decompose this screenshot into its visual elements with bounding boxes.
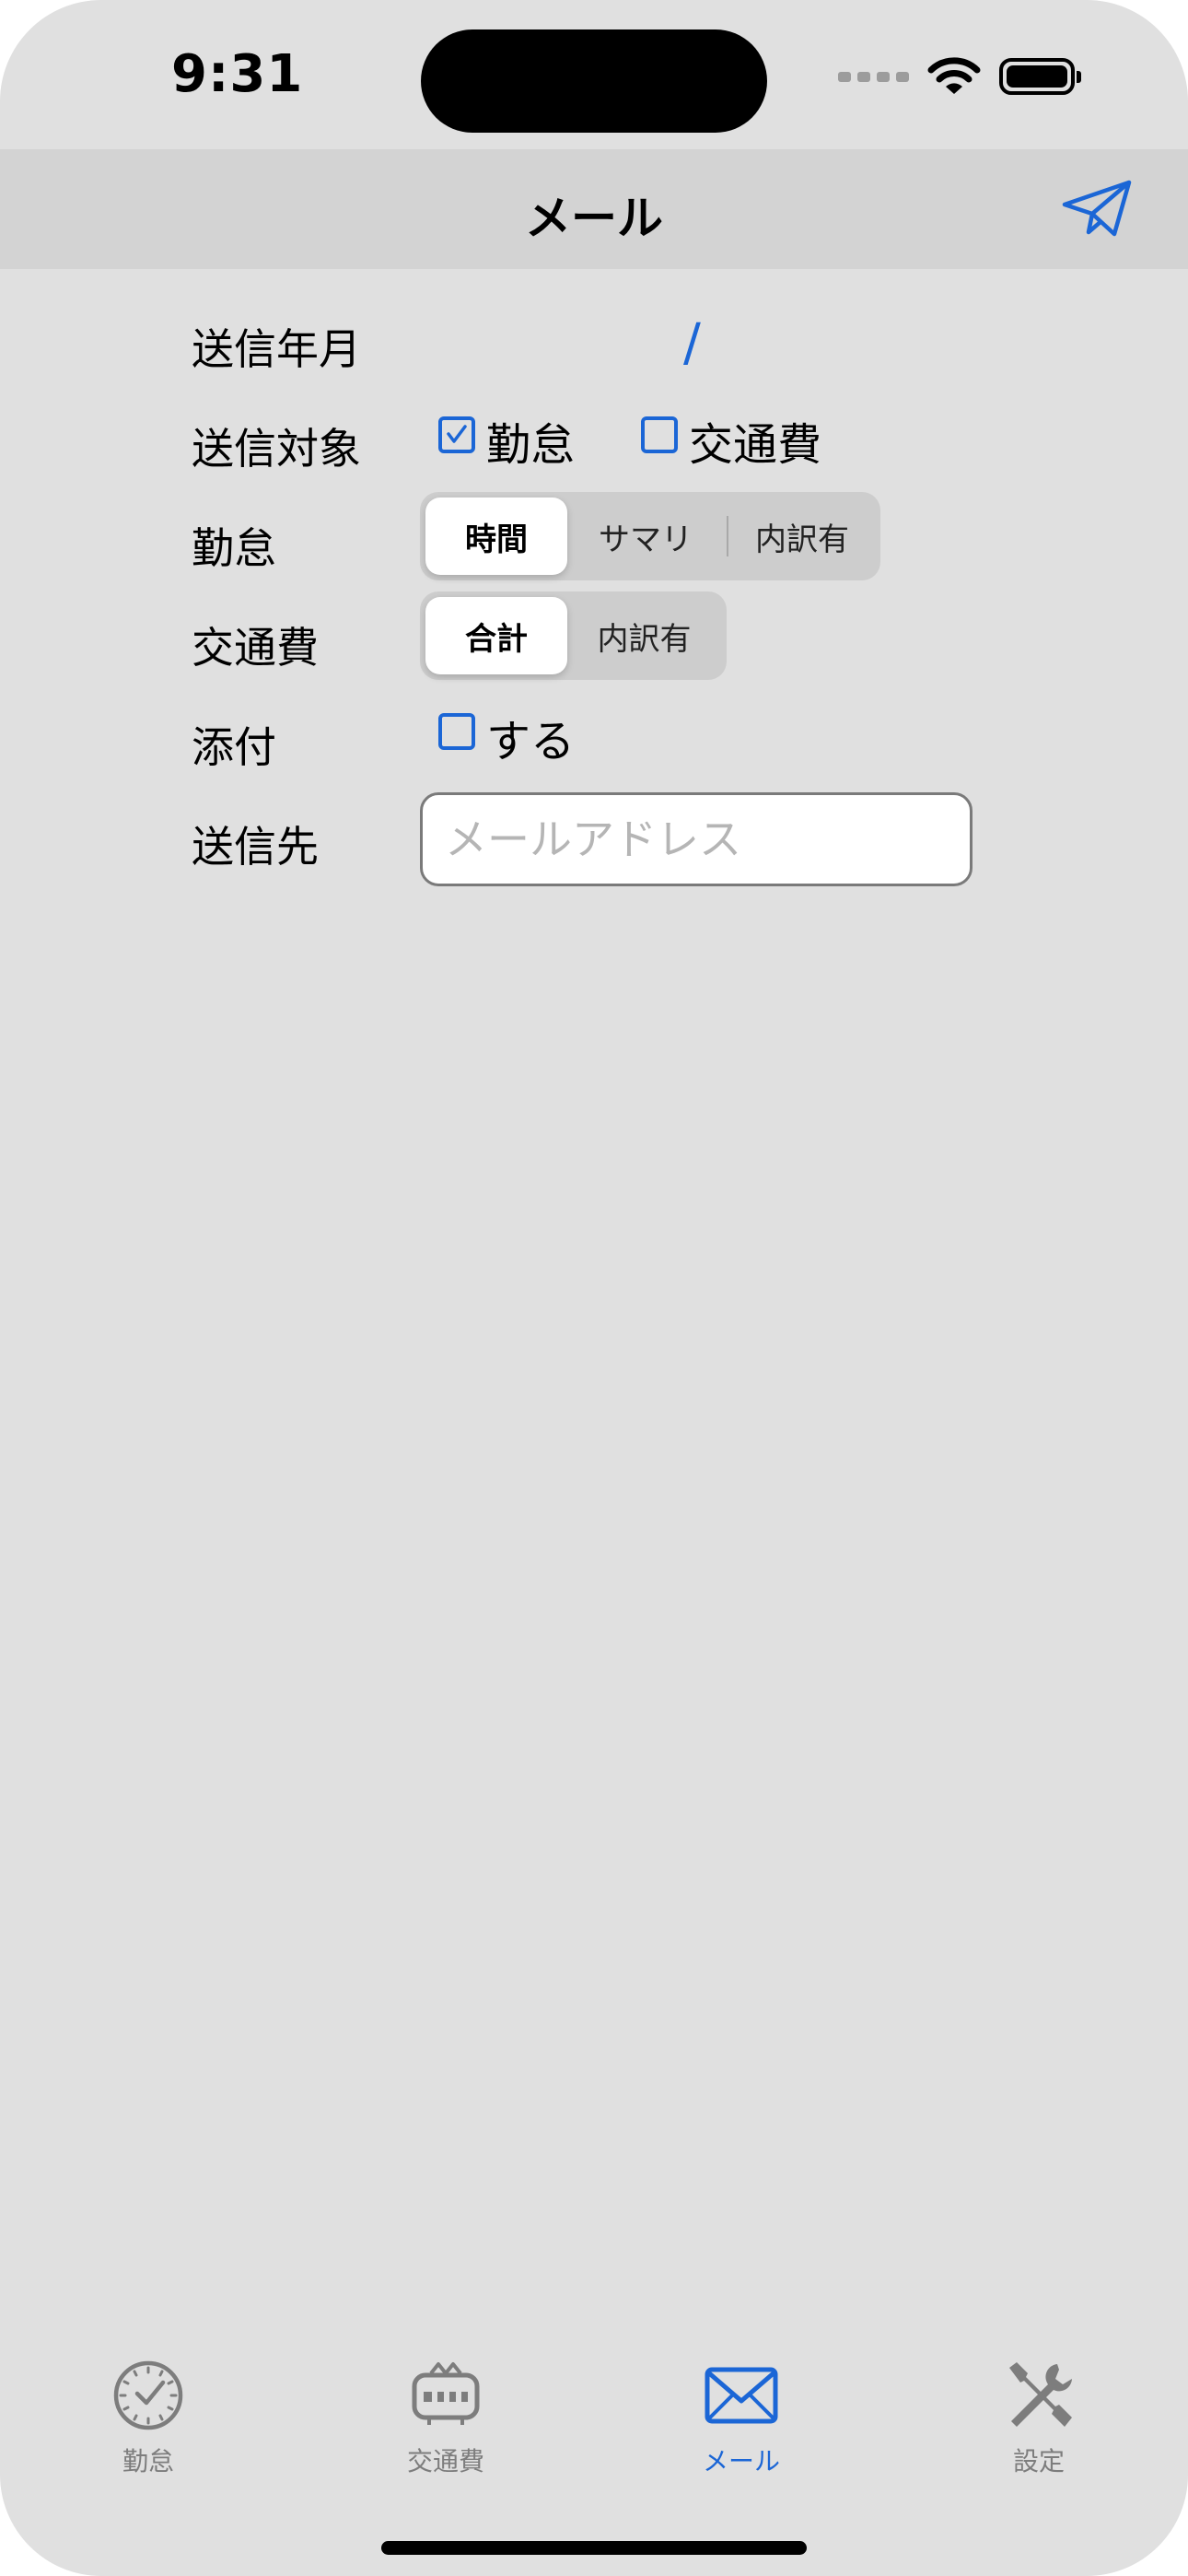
phone-screen: 9:31 メール 送信年月 / 送信対象 勤怠 交通費 勤怠 時間 サマリ 内訳…	[0, 0, 1188, 2576]
attendance-label: 勤怠	[192, 523, 276, 573]
email-address-input[interactable]	[420, 792, 973, 886]
attachment-label: 添付	[192, 722, 276, 772]
attendance-segment-summary[interactable]: サマリ	[567, 498, 724, 575]
home-indicator	[381, 2541, 807, 2555]
status-indicators	[838, 53, 1081, 100]
attendance-segment-breakdown[interactable]: 内訳有	[729, 498, 875, 575]
tab-attendance-label: 勤怠	[122, 2446, 174, 2476]
tab-mail[interactable]: メール	[649, 2359, 833, 2478]
transport-checkbox[interactable]	[641, 416, 678, 453]
recipient-label: 送信先	[192, 822, 319, 872]
send-month-label: 送信年月	[192, 324, 361, 374]
send-button[interactable]	[1061, 177, 1135, 241]
train-icon	[412, 2362, 480, 2425]
attachment-checkbox-label: する	[486, 716, 576, 767]
tab-transport-label: 交通費	[406, 2446, 484, 2476]
transport-checkbox-label: 交通費	[689, 419, 822, 471]
send-target-label: 送信対象	[192, 424, 361, 474]
tab-transport[interactable]: 交通費	[354, 2359, 538, 2478]
tab-settings[interactable]: 設定	[947, 2359, 1131, 2478]
segment-divider	[727, 516, 728, 556]
tab-attendance[interactable]: 勤怠	[56, 2359, 240, 2478]
transport-segment-breakdown[interactable]: 内訳有	[567, 597, 721, 674]
wifi-icon	[927, 57, 981, 94]
clock-icon	[113, 2360, 183, 2430]
transport-label: 交通費	[192, 623, 319, 673]
cellular-signal-icon	[838, 71, 909, 82]
attendance-segmented-control: 時間 サマリ 内訳有	[420, 492, 880, 580]
attendance-checkbox-label: 勤怠	[486, 419, 576, 471]
envelope-icon	[705, 2367, 778, 2424]
navigation-bar: メール	[0, 149, 1188, 269]
status-time: 9:31	[171, 44, 304, 104]
dynamic-island	[421, 29, 767, 133]
checkmark-icon	[447, 425, 467, 443]
send-month-picker[interactable]: /	[683, 313, 701, 373]
page-title: メール	[525, 192, 663, 245]
transport-segment-total[interactable]: 合計	[425, 597, 567, 674]
tab-settings-label: 設定	[1012, 2446, 1065, 2476]
tools-icon	[1009, 2362, 1072, 2427]
tab-mail-label: メール	[702, 2446, 780, 2476]
battery-icon	[999, 58, 1081, 95]
attendance-segment-time[interactable]: 時間	[425, 498, 567, 575]
paper-plane-icon	[1062, 180, 1132, 237]
attachment-checkbox[interactable]	[438, 713, 475, 750]
attendance-checkbox[interactable]	[438, 416, 475, 453]
transport-segmented-control: 合計 内訳有	[420, 591, 727, 680]
